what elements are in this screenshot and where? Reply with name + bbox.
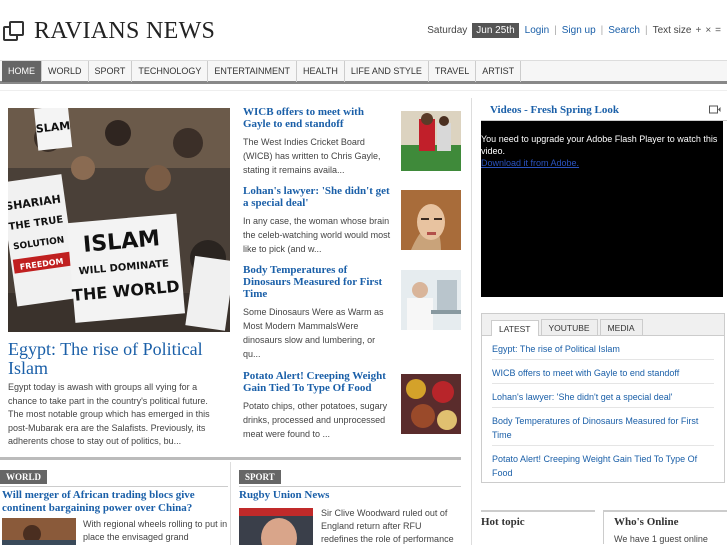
nav-item-sport[interactable]: SPORT: [89, 61, 133, 82]
tab-media[interactable]: MEDIA: [599, 319, 643, 335]
story-item: WICB offers to meet with Gayle to end st…: [243, 106, 393, 177]
story-item: Body Temperatures of Dinosaurs Measured …: [243, 264, 393, 361]
hero-title[interactable]: Egypt: The rise of Political Islam: [8, 340, 230, 378]
story-thumbnail[interactable]: [401, 374, 461, 434]
divider: [239, 486, 461, 487]
flash-download-link[interactable]: Download it from Adobe.: [481, 158, 579, 168]
story-title[interactable]: Lohan's lawyer: 'She didn't get a specia…: [243, 185, 393, 209]
tab-youtube[interactable]: YOUTUBE: [540, 319, 598, 335]
hot-topic-panel: Hot topic: [481, 510, 595, 528]
divider: [0, 90, 727, 91]
story-title[interactable]: WICB offers to meet with Gayle to end st…: [243, 106, 393, 130]
text-size-reset-button[interactable]: =: [715, 25, 721, 36]
whos-online-title: Who's Online: [614, 516, 679, 528]
video-icon[interactable]: [709, 105, 721, 114]
signup-link[interactable]: Sign up: [562, 25, 596, 36]
sport-summary: Sir Clive Woodward ruled out of England …: [321, 508, 454, 544]
hot-topic-title: Hot topic: [481, 516, 525, 528]
story-thumbnail[interactable]: [401, 270, 461, 330]
story-item: Potato Alert! Creeping Weight Gain Tied …: [243, 370, 393, 441]
story-title[interactable]: Body Temperatures of Dinosaurs Measured …: [243, 264, 393, 300]
nav-item-life-and-style[interactable]: LIFE AND STYLE: [345, 61, 429, 82]
nav-item-technology[interactable]: TECHNOLOGY: [132, 61, 209, 82]
day-label: Saturday: [427, 25, 468, 36]
logo-icon: [2, 20, 26, 44]
top-bar: Saturday Jun 25th Login | Sign up | Sear…: [427, 23, 721, 38]
divider: [230, 462, 231, 545]
search-link[interactable]: Search: [608, 25, 640, 36]
whos-online-panel: Who's Online We have 1 guest online: [603, 510, 727, 544]
site-name: RAVIANS NEWS: [34, 18, 216, 44]
nav-item-health[interactable]: HEALTH: [297, 61, 345, 82]
tab-bar: LATEST YOUTUBE MEDIA: [482, 314, 724, 336]
latest-item[interactable]: Body Temperatures of Dinosaurs Measured …: [492, 408, 714, 446]
nav-item-artist[interactable]: ARTIST: [476, 61, 522, 82]
tabbed-panel: LATEST YOUTUBE MEDIA Egypt: The rise of …: [481, 313, 725, 483]
hero-summary: Egypt today is awash with groups all vyi…: [8, 382, 210, 446]
story-thumbnail[interactable]: [401, 190, 461, 250]
sport-headline[interactable]: Rugby Union News: [239, 489, 329, 501]
video-player[interactable]: You need to upgrade your Adobe Flash Pla…: [481, 121, 723, 297]
world-headline[interactable]: Will merger of African trading blocs giv…: [2, 489, 222, 515]
latest-item[interactable]: WICB offers to meet with Gayle to end st…: [492, 360, 714, 384]
latest-item[interactable]: Potato Alert! Creeping Weight Gain Tied …: [492, 446, 714, 483]
story-title[interactable]: Potato Alert! Creeping Weight Gain Tied …: [243, 370, 393, 394]
story-summary: Potato chips, other potatoes, sugary dri…: [243, 401, 388, 439]
separator: |: [600, 25, 604, 36]
section-header-world: WORLD: [0, 470, 48, 484]
site-logo[interactable]: RAVIANS NEWS: [2, 18, 215, 45]
latest-item[interactable]: Lohan's lawyer: 'She didn't get a specia…: [492, 384, 714, 408]
text-size-label: Text size: [652, 25, 692, 36]
divider: [0, 457, 461, 460]
section-tag[interactable]: WORLD: [0, 470, 48, 484]
nav-item-home[interactable]: HOME: [2, 61, 42, 82]
text-size-increase-button[interactable]: +: [695, 25, 701, 36]
story-item: Lohan's lawyer: 'She didn't get a specia…: [243, 185, 393, 256]
story-summary: The West Indies Cricket Board (WICB) has…: [243, 137, 381, 175]
nav-item-world[interactable]: WORLD: [42, 61, 89, 82]
nav-item-entertainment[interactable]: ENTERTAINMENT: [208, 61, 298, 82]
story-summary: In any case, the woman whose brain the c…: [243, 216, 391, 254]
story-thumbnail[interactable]: [401, 111, 461, 171]
flash-message: You need to upgrade your Adobe Flash Pla…: [481, 134, 718, 156]
section-header-sport: SPORT: [239, 470, 281, 484]
section-tag[interactable]: SPORT: [239, 470, 281, 484]
nav-item-travel[interactable]: TRAVEL: [429, 61, 477, 82]
latest-item[interactable]: Egypt: The rise of Political Islam: [492, 336, 714, 360]
tab-latest[interactable]: LATEST: [491, 320, 539, 336]
hero-image[interactable]: SLAM SHARIAH THE TRUE SOLUTION FREEDOM I…: [8, 108, 230, 332]
date-badge: Jun 25th: [472, 23, 519, 38]
divider: [0, 486, 228, 487]
text-size-decrease-button[interactable]: ×: [705, 25, 711, 36]
world-thumbnail[interactable]: [2, 518, 76, 545]
world-summary: With regional wheels rolling to put in p…: [83, 519, 228, 542]
login-link[interactable]: Login: [525, 25, 549, 36]
whos-online-text: We have 1 guest online: [614, 534, 708, 544]
video-header: Videos - Fresh Spring Look: [481, 99, 727, 121]
main-nav: HOME WORLD SPORT TECHNOLOGY ENTERTAINMEN…: [0, 60, 727, 84]
separator: |: [554, 25, 557, 36]
latest-list: Egypt: The rise of Political Islam WICB …: [482, 336, 724, 483]
story-summary: Some Dinosaurs Were as Warm as Most Mode…: [243, 307, 384, 359]
sport-thumbnail[interactable]: [239, 508, 313, 545]
separator: |: [644, 25, 648, 36]
video-title: Videos - Fresh Spring Look: [490, 103, 619, 116]
